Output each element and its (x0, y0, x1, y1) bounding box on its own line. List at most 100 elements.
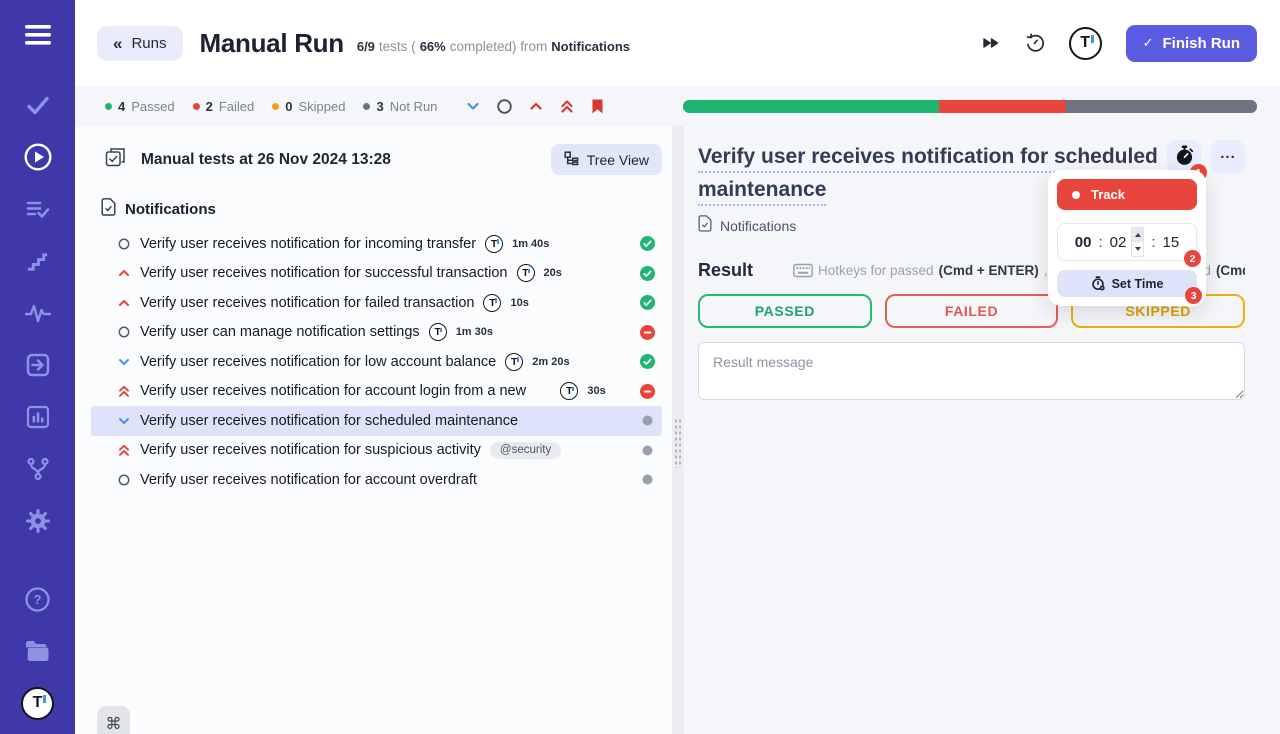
runs-play-icon[interactable] (17, 142, 59, 172)
tests-fraction: 6/9 (356, 38, 375, 54)
double-chevron-up-filter-icon[interactable] (559, 98, 575, 115)
status-count-not-run[interactable]: 3 Not Run (363, 99, 437, 114)
chevron-down-filter-icon[interactable] (465, 98, 481, 114)
testomat-logo-icon: T (485, 234, 504, 253)
pulse-icon[interactable] (17, 298, 59, 328)
settings-gear-icon[interactable] (17, 506, 59, 536)
test-row[interactable]: Verify user receives notification for lo… (91, 347, 662, 377)
timer-button[interactable]: 1 (1167, 140, 1207, 181)
back-label: Runs (131, 34, 167, 52)
test-detail-panel: Verify user receives notification for sc… (684, 126, 1280, 734)
testomat-logo-icon: T (21, 686, 54, 720)
test-duration: 1m 30s (455, 326, 493, 339)
test-status-failed-badge (640, 324, 655, 340)
hours-value[interactable]: 00 (1075, 234, 1092, 251)
assignee-logo-avatar[interactable]: T (1068, 26, 1102, 60)
status-count-skipped[interactable]: 0 Skipped (272, 99, 345, 114)
testomat-logo-icon: T (428, 323, 447, 342)
status-dot-icon (105, 102, 112, 110)
timer-popup: Track 00 : 02 : 15 2 Set Time 3 (1048, 170, 1206, 306)
app-window: ? T « Runs Manual Run 6/9 tests ( 66% co… (0, 0, 1280, 734)
panel-divider (672, 126, 684, 734)
up2-marker-icon (117, 384, 131, 398)
stepper-up-button[interactable] (1132, 228, 1144, 242)
set-time-step-badge: 3 (1185, 287, 1202, 304)
test-status-passed-badge (640, 236, 655, 252)
test-duration: 1m 40s (512, 237, 550, 250)
fast-forward-icon[interactable] (981, 35, 1000, 51)
status-dot-icon (363, 102, 371, 110)
app-logo[interactable]: T (17, 686, 59, 720)
suite-section-label: Notifications (125, 200, 216, 218)
keyboard-icon (793, 263, 813, 278)
track-button[interactable]: Track (1057, 179, 1197, 210)
suite-section-row[interactable]: Notifications (91, 196, 662, 222)
more-options-button[interactable]: ... (1211, 140, 1245, 174)
up2-marker-icon (117, 443, 131, 457)
steps-icon[interactable] (17, 246, 59, 276)
test-status-passed-badge (640, 265, 655, 281)
test-tag[interactable]: @security (489, 441, 562, 459)
file-check-icon (101, 197, 116, 221)
circle-marker-icon (117, 325, 131, 339)
percent-completed: 66% (419, 38, 446, 54)
check-icon: ✓ (1142, 35, 1154, 50)
time-input[interactable]: 00 : 02 : 15 2 (1057, 223, 1201, 267)
back-to-runs-button[interactable]: « Runs (97, 25, 183, 61)
finish-run-button[interactable]: ✓ Finish Run (1125, 24, 1257, 62)
time-step-badge: 2 (1184, 250, 1201, 267)
passed-button[interactable]: PASSED (698, 294, 872, 328)
command-hotkeys-button[interactable]: ⌘ (97, 706, 130, 734)
test-duration: 20s (543, 267, 562, 280)
testomat-logo-icon: T (505, 352, 524, 371)
priority-filters (465, 98, 605, 115)
test-row-title: Verify user receives notification for ac… (140, 471, 477, 488)
testomat-logo-icon: T (560, 382, 579, 401)
suite-name: Notifications (720, 218, 797, 234)
status-count-failed[interactable]: 2 Failed (192, 99, 254, 114)
tree-view-button[interactable]: Tree View (550, 144, 662, 175)
circle-filter-icon[interactable] (496, 98, 513, 115)
test-row[interactable]: Verify user receives notification for in… (91, 229, 662, 259)
menu-icon[interactable] (17, 20, 59, 50)
test-row[interactable]: Verify user receives notification for sc… (91, 406, 662, 436)
clipboard-check-icon (105, 147, 126, 173)
seconds-value[interactable]: 15 (1163, 234, 1180, 251)
result-message-input[interactable] (698, 342, 1245, 400)
chevron-up-filter-icon[interactable] (528, 98, 544, 114)
test-row-title: Verify user receives notification for lo… (140, 353, 497, 370)
test-duration: 10s (510, 296, 529, 309)
progress-passed-segment (683, 99, 939, 113)
stepper-down-button[interactable] (1132, 242, 1144, 256)
up-marker-icon (117, 266, 131, 280)
test-row[interactable]: Verify user receives notification for fa… (91, 288, 662, 318)
analytics-icon[interactable] (17, 402, 59, 432)
test-row[interactable]: Verify user receives notification for su… (91, 436, 662, 466)
minutes-value[interactable]: 02 (1110, 234, 1127, 251)
tests-check-icon[interactable] (17, 90, 59, 120)
files-folder-icon[interactable] (17, 636, 59, 666)
checklist-icon[interactable] (17, 194, 59, 224)
test-row[interactable]: Verify user receives notification for ac… (91, 465, 662, 495)
test-row-title: Verify user receives notification for in… (140, 235, 477, 252)
branch-icon[interactable] (17, 454, 59, 484)
retry-timer-icon[interactable] (1024, 32, 1045, 54)
testomat-logo-icon: T (483, 293, 502, 312)
minutes-stepper (1131, 227, 1145, 257)
test-status-notrun-badge (640, 413, 655, 428)
test-row[interactable]: Verify user receives notification for ac… (91, 377, 662, 407)
testomat-logo-icon: T (516, 264, 535, 283)
test-row[interactable]: Verify user receives notification for su… (91, 259, 662, 289)
set-time-button[interactable]: Set Time 3 (1057, 270, 1202, 304)
divider-drag-handle[interactable] (674, 418, 682, 468)
failed-button[interactable]: FAILED (884, 294, 1059, 328)
bookmark-filter-icon[interactable] (590, 98, 605, 115)
sign-in-icon[interactable] (17, 350, 59, 380)
test-row[interactable]: Verify user can manage notification sett… (91, 318, 662, 348)
test-status-failed-badge (639, 383, 655, 399)
record-dot-icon (1072, 190, 1080, 199)
run-progress-subtitle: 6/9 tests ( 66% completed) from Notifica… (356, 38, 630, 54)
status-count-passed[interactable]: 4 Passed (105, 99, 175, 114)
run-title-row: Manual tests at 26 Nov 2024 13:28 Tree V… (91, 136, 662, 183)
help-icon[interactable]: ? (17, 584, 59, 614)
